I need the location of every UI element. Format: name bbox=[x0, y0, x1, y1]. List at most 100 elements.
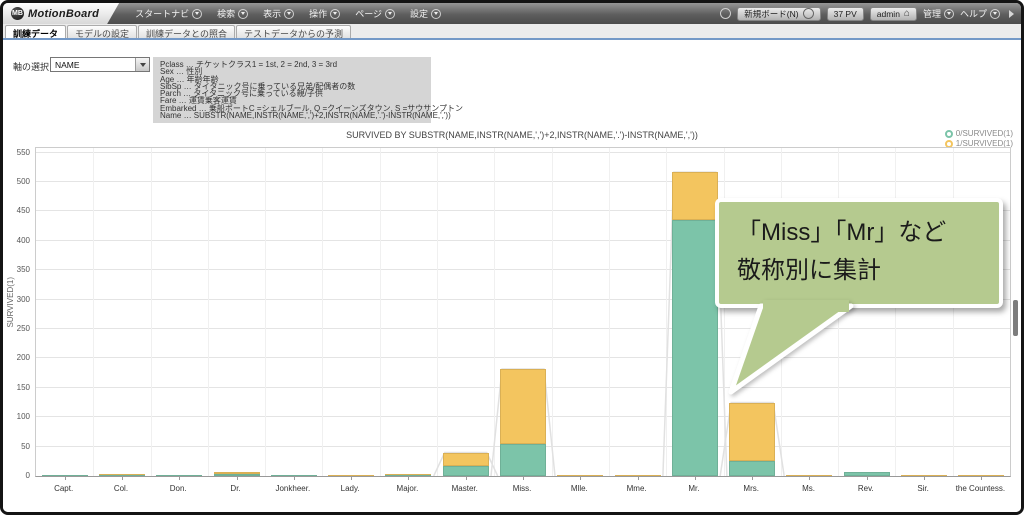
segment-not-survived[interactable] bbox=[443, 466, 489, 476]
x-tick-label: Jonkheer. bbox=[264, 484, 321, 493]
header-right: 新規ボード(N) 37 PV admin ⌂ 管理 ヘルプ bbox=[720, 7, 1021, 21]
app-logo: MB MotionBoard bbox=[3, 3, 119, 24]
menu-item-4[interactable]: ページ bbox=[355, 7, 395, 20]
vertical-scrollbar-handle[interactable] bbox=[1013, 300, 1018, 336]
bar-mrs[interactable] bbox=[729, 403, 775, 476]
menu-item-3[interactable]: 操作 bbox=[309, 7, 340, 20]
dropdown-caret-icon bbox=[990, 9, 1000, 19]
x-tick-label: Sir. bbox=[894, 484, 951, 493]
help-menu[interactable]: ヘルプ bbox=[960, 7, 1000, 20]
x-tick-label: Capt. bbox=[35, 484, 92, 493]
segment-survived[interactable] bbox=[672, 172, 718, 220]
dropdown-caret-icon bbox=[385, 9, 395, 19]
x-tick bbox=[695, 476, 696, 480]
dropdown-caret-icon bbox=[238, 9, 248, 19]
x-tick bbox=[466, 476, 467, 480]
x-axis-labels: Capt.Col.Don.Dr.Jonkheer.Lady.Major.Mast… bbox=[35, 484, 1009, 493]
admin-menu[interactable]: 管理 bbox=[923, 7, 954, 20]
x-tick bbox=[65, 476, 66, 480]
x-tick-label: Mrs. bbox=[723, 484, 780, 493]
app-title: MotionBoard bbox=[28, 8, 99, 20]
y-tick-label: 250 bbox=[3, 324, 30, 333]
bar-miss[interactable] bbox=[500, 369, 546, 476]
x-tick-label: Lady. bbox=[321, 484, 378, 493]
axis-select-label: 軸の選択 bbox=[13, 60, 49, 73]
page-views-badge: 37 PV bbox=[827, 7, 864, 21]
collapse-chevron-icon[interactable] bbox=[1009, 10, 1014, 18]
x-tick-label: Rev. bbox=[837, 484, 894, 493]
y-tick-label: 500 bbox=[3, 177, 30, 186]
new-board-button[interactable]: 新規ボード(N) bbox=[737, 7, 820, 21]
y-tick-label: 550 bbox=[3, 148, 30, 157]
chart-title: SURVIVED BY SUBSTR(NAME,INSTR(NAME,',')+… bbox=[35, 130, 1009, 140]
tab-2[interactable]: 訓練データとの照合 bbox=[138, 25, 235, 38]
tab-1[interactable]: モデルの設定 bbox=[67, 25, 137, 38]
tab-0[interactable]: 訓練データ bbox=[5, 25, 66, 38]
legend-item-0[interactable]: 0/SURVIVED(1) bbox=[945, 129, 1013, 138]
x-tick bbox=[237, 476, 238, 480]
y-tick-label: 450 bbox=[3, 206, 30, 215]
segment-survived[interactable] bbox=[443, 453, 489, 467]
menu-item-1[interactable]: 検索 bbox=[217, 7, 248, 20]
segment-survived[interactable] bbox=[385, 474, 431, 475]
home-icon: ⌂ bbox=[904, 9, 910, 19]
segment-survived[interactable] bbox=[99, 474, 145, 475]
x-tick bbox=[122, 476, 123, 480]
header-bar: MB MotionBoard スタートナビ 検索 表示 操作 ページ 設定 新規ボード(N… bbox=[3, 3, 1021, 24]
dropdown-caret-icon bbox=[330, 9, 340, 19]
x-tick bbox=[351, 476, 352, 480]
chart-legend: 0/SURVIVED(1)1/SURVIVED(1) bbox=[945, 129, 1013, 148]
menu-item-0[interactable]: スタートナビ bbox=[135, 7, 202, 20]
y-tick-label: 200 bbox=[3, 353, 30, 362]
motionboard-window: MB MotionBoard スタートナビ 検索 表示 操作 ページ 設定 新規ボード(N… bbox=[0, 0, 1024, 515]
user-badge[interactable]: admin ⌂ bbox=[870, 7, 917, 21]
x-tick bbox=[523, 476, 524, 480]
dropdown-arrow-icon[interactable] bbox=[135, 58, 149, 71]
x-tick-label: Ms. bbox=[780, 484, 837, 493]
menu-bar: スタートナビ 検索 表示 操作 ページ 設定 bbox=[135, 7, 441, 20]
dropdown-caret-icon bbox=[192, 9, 202, 19]
y-tick-label: 50 bbox=[3, 442, 30, 451]
segment-not-survived[interactable] bbox=[500, 444, 546, 476]
x-tick-label: Master. bbox=[436, 484, 493, 493]
x-tick-label: Dr. bbox=[207, 484, 264, 493]
menu-item-5[interactable]: 設定 bbox=[410, 7, 441, 20]
x-tick bbox=[867, 476, 868, 480]
y-tick-label: 0 bbox=[3, 471, 30, 480]
x-tick bbox=[580, 476, 581, 480]
segment-not-survived[interactable] bbox=[729, 461, 775, 476]
x-tick-label: Mme. bbox=[608, 484, 665, 493]
y-tick-label: 300 bbox=[3, 295, 30, 304]
y-tick-label: 350 bbox=[3, 265, 30, 274]
x-tick bbox=[294, 476, 295, 480]
y-tick-label: 150 bbox=[3, 383, 30, 392]
legend-swatch-icon bbox=[945, 130, 953, 138]
callout-text-line2: 敬称別に集計 bbox=[737, 252, 981, 290]
segment-survived[interactable] bbox=[214, 472, 260, 474]
menu-item-2[interactable]: 表示 bbox=[263, 7, 294, 20]
tab-bar: 訓練データモデルの設定訓練データとの照合テストデータからの予測 bbox=[3, 24, 1021, 40]
dropdown-caret-icon bbox=[284, 9, 294, 19]
axis-select-dropdown[interactable]: NAME bbox=[50, 57, 150, 72]
callout-tail bbox=[703, 300, 903, 410]
x-tick bbox=[638, 476, 639, 480]
segment-survived[interactable] bbox=[729, 403, 775, 461]
info-line-7: Name … SUBSTR(NAME,INSTR(NAME,',')+2,INS… bbox=[160, 112, 424, 119]
x-tick bbox=[408, 476, 409, 480]
y-tick-label: 400 bbox=[3, 236, 30, 245]
tab-3[interactable]: テストデータからの予測 bbox=[236, 25, 351, 38]
refresh-icon[interactable] bbox=[720, 8, 731, 19]
x-tick-label: the Countess. bbox=[952, 484, 1009, 493]
segment-survived[interactable] bbox=[500, 369, 546, 444]
x-tick bbox=[809, 476, 810, 480]
motionboard-logo-icon: MB bbox=[11, 7, 24, 20]
bar-master[interactable] bbox=[443, 453, 489, 477]
y-tick-label: 100 bbox=[3, 412, 30, 421]
callout-text-line1: 「Miss」「Mr」など bbox=[737, 214, 981, 252]
x-tick-label: Miss. bbox=[493, 484, 550, 493]
dropdown-caret-icon bbox=[944, 9, 954, 19]
x-tick-label: Col. bbox=[92, 484, 149, 493]
x-tick-label: Mlle. bbox=[551, 484, 608, 493]
x-tick bbox=[179, 476, 180, 480]
x-tick bbox=[924, 476, 925, 480]
